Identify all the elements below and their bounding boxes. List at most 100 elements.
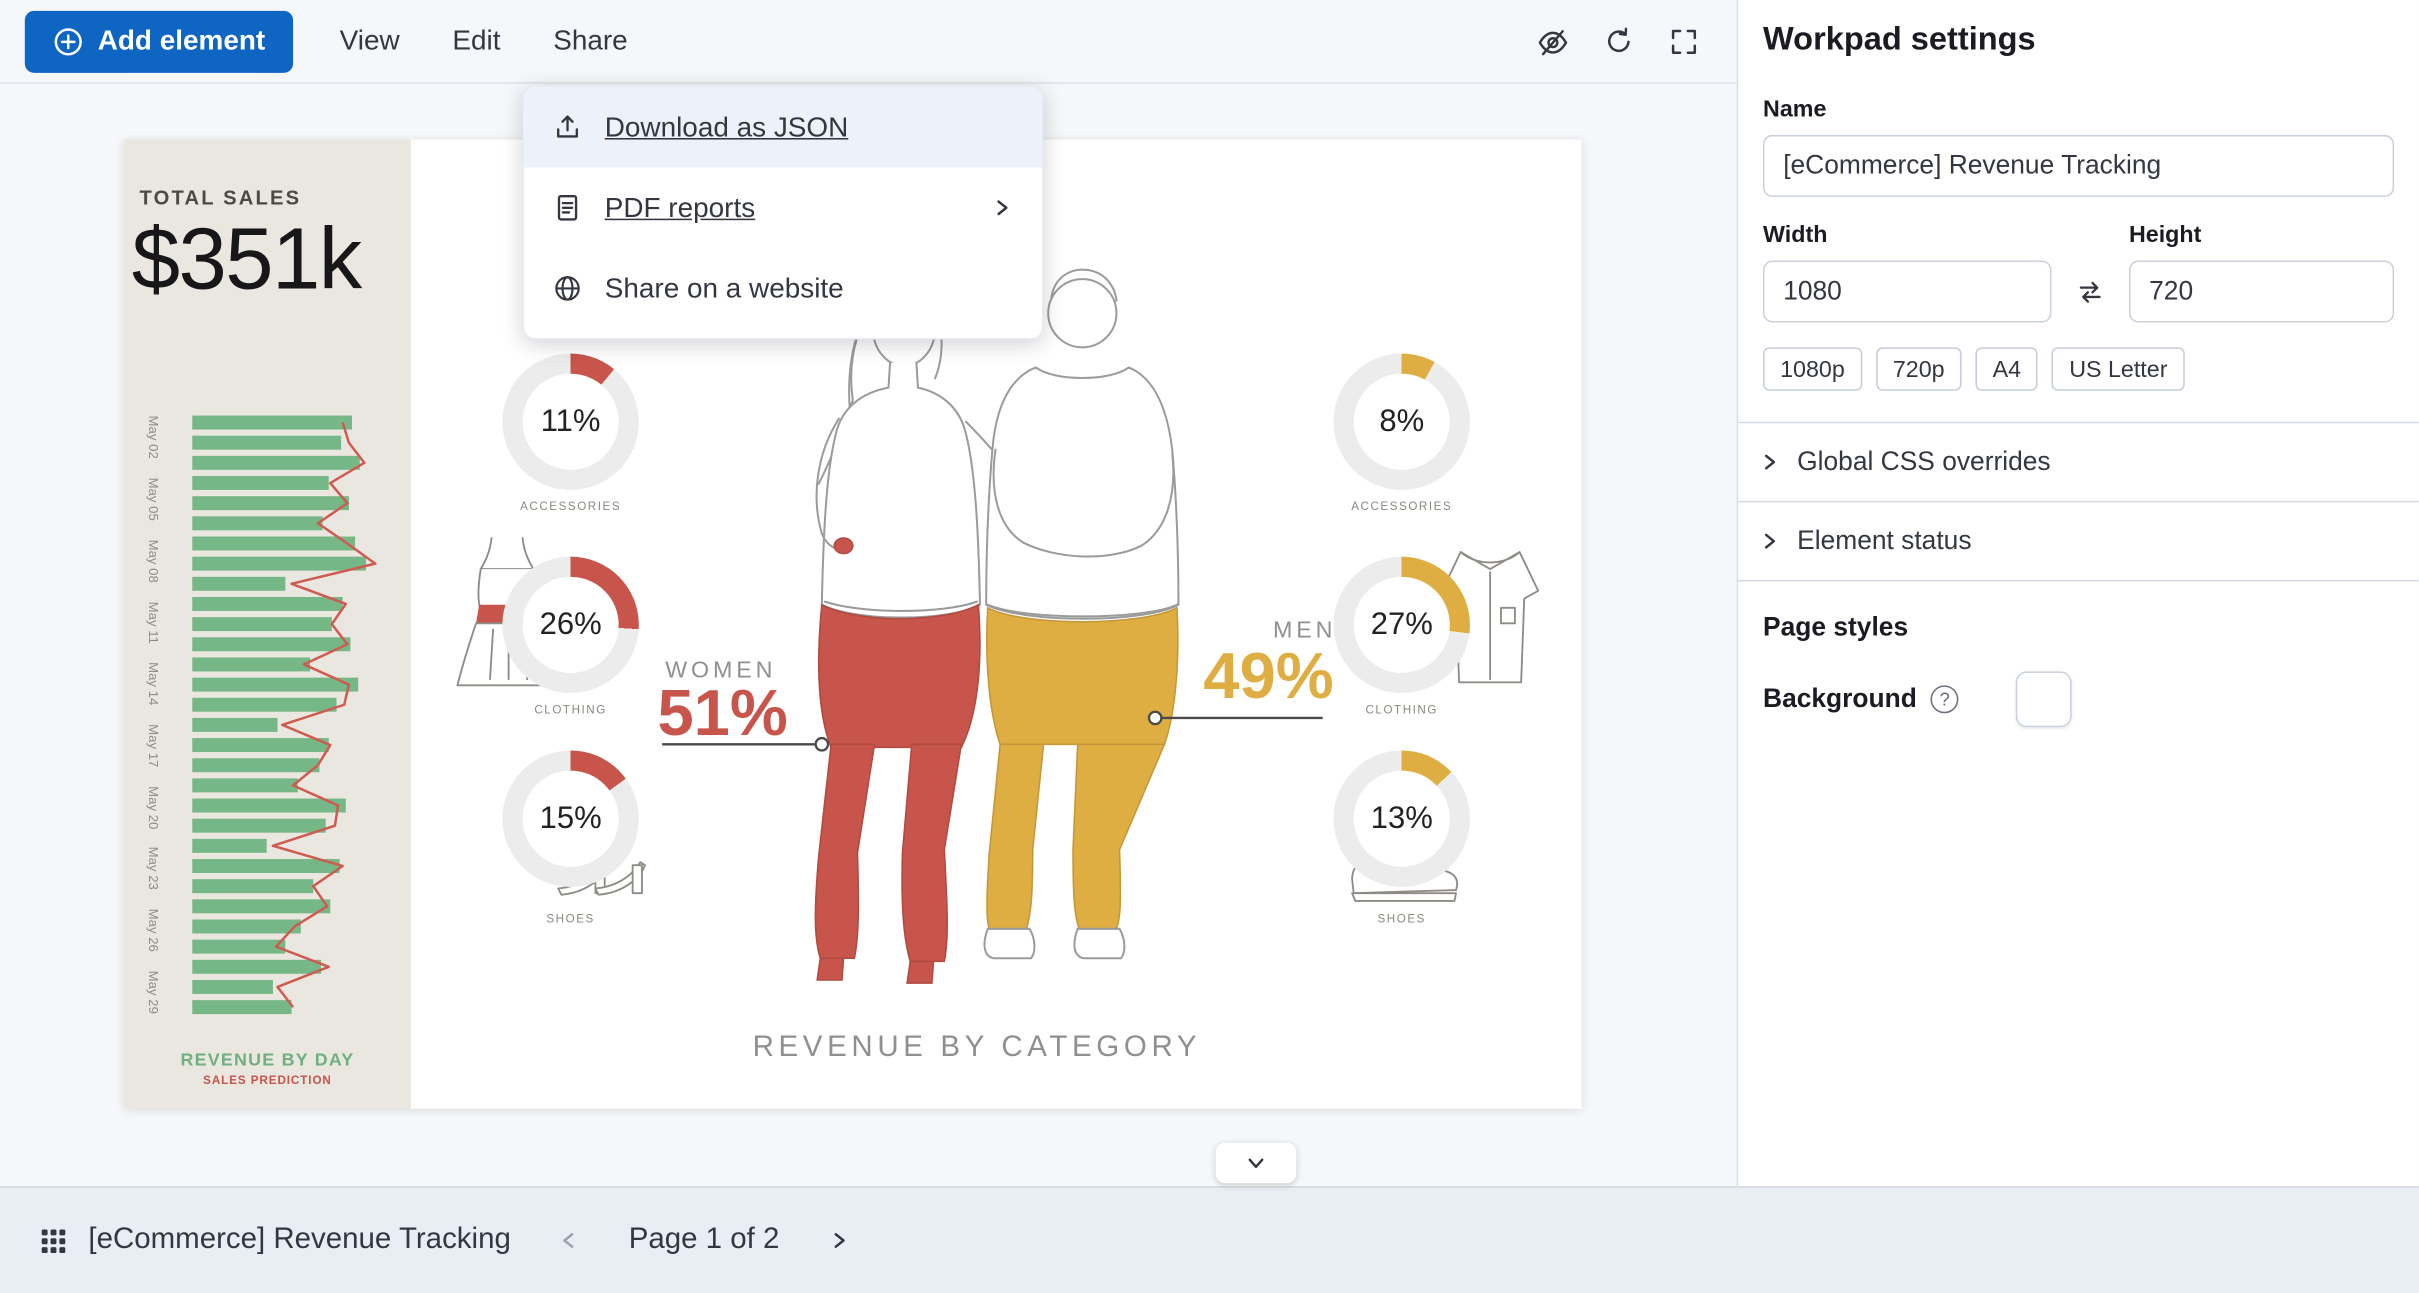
size-presets: 1080p 720p A4 US Letter [1763,347,2394,390]
share-item-label: Download as JSON [605,111,849,144]
canvas-menu: View Edit Share [340,25,628,58]
question-circle-icon[interactable]: ? [1931,685,1959,713]
background-label: Background [1763,684,1917,715]
donut-label: SHOES [502,912,638,926]
height-input[interactable] [2129,261,2394,323]
revenue-by-category-title: REVENUE BY CATEGORY [589,1031,1364,1065]
previous-page-button[interactable] [557,1228,582,1253]
accordion-label: Global CSS overrides [1797,447,2050,478]
share-item-share-website[interactable]: Share on a website [524,248,1042,329]
accordion-label: Element status [1797,526,1971,557]
add-element-button[interactable]: Add element [25,10,293,72]
donut-percentage: 8% [1334,354,1470,490]
donut-shoes-men: 13% SHOES [1334,750,1470,925]
donut-percentage: 26% [502,557,638,693]
donut-percentage: 27% [1334,557,1470,693]
name-label: Name [1763,96,2394,122]
chevron-left-icon [557,1228,582,1253]
chevron-right-icon [1757,529,1782,554]
donut-accessories-women: 11% ACCESSORIES [502,354,638,514]
menu-view[interactable]: View [340,25,400,58]
toolbar-collapse-button[interactable] [1216,1143,1297,1183]
refresh-icon [1603,26,1634,57]
next-page-button[interactable] [826,1228,851,1253]
page-styles-heading: Page styles [1763,612,2394,643]
eye-slash-icon [1537,26,1570,59]
revenue-by-day-label: REVENUE BY DAY [124,1051,411,1070]
preset-us-letter[interactable]: US Letter [2052,347,2184,390]
share-item-label: Share on a website [605,272,844,305]
workpad-settings-panel: Workpad settings Name Width Height 1080p… [1737,0,2419,1186]
page-indicator[interactable]: Page 1 of 2 [629,1223,780,1257]
donut-chart: 8% [1334,354,1470,490]
chevron-down-icon [1244,1151,1269,1176]
width-input[interactable] [1763,261,2051,323]
accordion-global-css-overrides[interactable]: Global CSS overrides [1738,423,2419,502]
donut-chart: 15% [502,750,638,886]
donut-clothing-men: 27% CLOTHING [1334,557,1470,717]
swap-dimensions-button[interactable] [2064,276,2117,307]
donut-chart: 26% [502,557,638,693]
donut-percentage: 13% [1334,750,1470,886]
prediction-line [273,423,375,1008]
woman-pants [815,538,980,983]
canvas-app: Add element View Edit Share [0,0,2419,1293]
donut-label: SHOES [1334,912,1470,926]
footer-workpad-name[interactable]: [eCommerce] Revenue Tracking [88,1223,510,1257]
donut-label: ACCESSORIES [502,499,638,513]
add-element-label: Add element [98,25,266,58]
man-pants [987,608,1178,929]
chevron-right-icon [1757,450,1782,475]
background-color-swatch[interactable] [2016,671,2072,727]
share-menu: Download as JSON PDF reports [523,85,1044,339]
total-sales-value: $351k [132,208,361,309]
donut-percentage: 15% [502,750,638,886]
workpad-name-input[interactable] [1763,135,2394,197]
settings-title: Workpad settings [1763,22,2394,59]
total-sales-label: TOTAL SALES [140,186,302,209]
donut-label: ACCESSORIES [1334,499,1470,513]
dimension-inputs [1763,261,2394,323]
preset-a4[interactable]: A4 [1976,347,2039,390]
donut-chart: 27% [1334,557,1470,693]
workpad-manager-button[interactable] [39,1226,68,1255]
refresh-button[interactable] [1603,26,1634,57]
chevron-right-icon [989,195,1014,220]
top-toolbar: Add element View Edit Share [0,0,1738,84]
donut-label: CLOTHING [1334,702,1470,716]
share-item-pdf-reports[interactable]: PDF reports [524,167,1042,248]
date-axis: May 02May 05May 08May 11May 14May 17May … [136,416,161,1015]
women-percentage: 51% [657,676,787,750]
sales-prediction-label: SALES PREDICTION [124,1073,411,1087]
preset-720p[interactable]: 720p [1876,347,1962,390]
woman-figure [817,292,1044,618]
donut-label: CLOTHING [502,702,638,716]
menu-edit[interactable]: Edit [452,25,500,58]
swap-arrows-icon [2075,276,2106,307]
width-label: Width [1763,222,2129,248]
background-row: Background ? [1763,671,2394,727]
toolbar-right-controls [1537,0,1700,84]
accordion-element-status[interactable]: Element status [1738,502,2419,581]
hide-editing-controls-button[interactable] [1537,26,1570,59]
document-icon [552,192,583,223]
plus-in-circle-icon [53,26,84,57]
donut-chart: 13% [1334,750,1470,886]
export-icon [552,112,583,143]
donut-clothing-women: 26% CLOTHING [502,557,638,717]
share-item-label: PDF reports [605,191,755,224]
man-shoes [985,929,1125,958]
submenu-chevron [989,195,1014,220]
dimension-labels: Width Height [1763,222,2394,248]
donut-chart: 11% [502,354,638,490]
accordion-group: Global CSS overrides Element status [1738,422,2419,582]
donut-shoes-women: 15% SHOES [502,750,638,925]
menu-share[interactable]: Share [553,25,628,58]
chevron-right-icon [826,1228,851,1253]
fullscreen-icon [1668,26,1699,57]
height-label: Height [2129,222,2201,248]
fullscreen-button[interactable] [1668,26,1699,57]
apps-grid-icon [39,1226,68,1255]
preset-1080p[interactable]: 1080p [1763,347,1862,390]
share-item-download-json[interactable]: Download as JSON [524,87,1042,168]
